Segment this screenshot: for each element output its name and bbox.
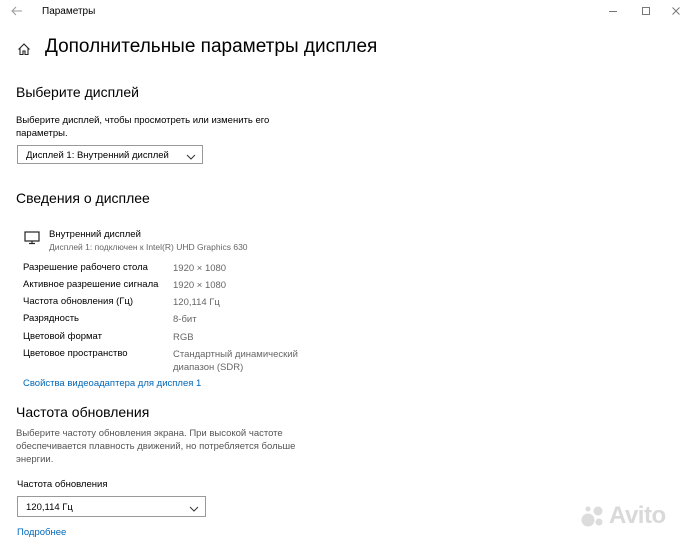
info-value-color-format: RGB [173,332,194,343]
info-value-desktop-resolution: 1920 × 1080 [173,263,227,274]
page-title: Дополнительные параметры дисплея [45,36,378,57]
close-icon[interactable] [669,4,683,18]
display-name: Внутренний дисплей [49,229,141,240]
avito-logo-icon [580,503,606,529]
display-select[interactable]: Дисплей 1: Внутренний дисплей [17,145,203,164]
adapter-properties-link[interactable]: Свойства видеоадаптера для дисплея 1 [23,378,201,389]
refresh-rate-select[interactable]: 120,114 Гц [17,496,206,517]
display-select-value: Дисплей 1: Внутренний дисплей [26,150,169,161]
learn-more-link[interactable]: Подробнее [17,527,66,538]
select-display-description: Выберите дисплей, чтобы просмотреть или … [16,115,270,139]
monitor-icon [24,231,40,245]
minimize-icon[interactable] [606,4,620,18]
info-value-active-resolution: 1920 × 1080 [173,280,227,291]
refresh-rate-select-value: 120,114 Гц [26,502,73,513]
info-label-color-format: Цветовой формат [23,331,102,342]
info-label-desktop-resolution: Разрешение рабочего стола [23,262,148,273]
info-value-refresh-rate: 120,114 Гц [173,297,220,308]
select-display-heading: Выберите дисплей [16,84,139,100]
home-icon[interactable] [17,42,31,56]
display-subtitle: Дисплей 1: подключен к Intel(R) UHD Grap… [49,242,248,252]
refresh-rate-description: Выберите частоту обновления экрана. При … [16,428,296,465]
info-label-active-resolution: Активное разрешение сигнала [23,279,159,290]
window-title: Параметры [42,6,96,17]
chevron-down-icon [186,149,196,160]
avito-watermark-text: Avito [609,502,666,529]
avito-watermark: Avito [580,502,666,529]
refresh-rate-heading: Частота обновления [16,404,150,420]
info-value-bit-depth: 8-бит [173,314,197,325]
display-info-heading: Сведения о дисплее [16,190,150,206]
info-label-refresh-rate: Частота обновления (Гц) [23,296,134,307]
info-label-bit-depth: Разрядность [23,313,79,324]
info-label-color-space: Цветовое пространство [23,348,128,359]
refresh-rate-field-label: Частота обновления [17,479,108,490]
info-value-color-space: Стандартный динамический диапазон (SDR) [173,349,298,373]
chevron-down-icon [189,501,199,512]
maximize-icon[interactable] [639,4,653,18]
title-bar: Параметры [0,0,689,24]
arrow-left-icon[interactable] [10,4,24,18]
